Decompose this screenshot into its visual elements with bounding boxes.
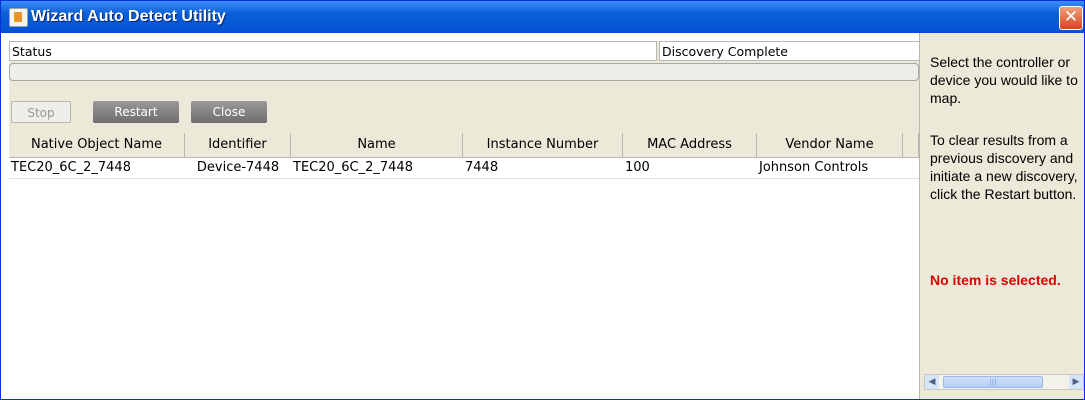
status-value: Discovery Complete [659,41,925,61]
cell-vendor-name: Johnson Controls [759,160,869,175]
instructions-select: Select the controller or device you woul… [930,54,1078,106]
table-row[interactable]: TEC20_6C_2_7448 Device-7448 TEC20_6C_2_7… [9,158,919,179]
cell-mac-address: 100 [625,160,650,175]
column-header-mac-address[interactable]: MAC Address [623,133,757,157]
content-area: Status Discovery Complete Stop Restart C… [1,33,1084,399]
selection-status: No item is selected. [930,272,1061,288]
side-panel-scrollbar[interactable]: ◀ ||| ▶ [924,374,1084,390]
results-table: Native Object Name Identifier Name Insta… [9,133,919,399]
app-icon [9,8,28,27]
column-header-identifier[interactable]: Identifier [185,133,291,157]
stop-button[interactable]: Stop [11,101,71,123]
instructions-restart: To clear results from a previous discove… [930,132,1078,202]
main-panel: Status Discovery Complete Stop Restart C… [9,41,925,399]
table-header: Native Object Name Identifier Name Insta… [9,133,919,158]
restart-button[interactable]: Restart [93,101,179,123]
window-title: Wizard Auto Detect Utility [31,8,226,25]
close-button[interactable]: Close [191,101,267,123]
column-header-spacer [903,133,919,157]
progress-bar [9,63,919,81]
scroll-right-icon[interactable]: ▶ [1069,375,1083,389]
column-header-native-object-name[interactable]: Native Object Name [9,133,185,157]
column-header-name[interactable]: Name [291,133,463,157]
cell-identifier: Device-7448 [196,160,280,175]
cell-name: TEC20_6C_2_7448 [293,160,413,175]
title-bar[interactable]: Wizard Auto Detect Utility ✕ [1,1,1084,33]
status-label: Status [9,41,657,61]
close-icon[interactable]: ✕ [1059,6,1083,30]
side-panel: Select the controller or device you woul… [919,33,1084,399]
cell-native-object-name: TEC20_6C_2_7448 [11,160,131,175]
scroll-left-icon[interactable]: ◀ [925,375,939,389]
column-header-vendor-name[interactable]: Vendor Name [757,133,903,157]
cell-instance-number: 7448 [465,160,499,175]
scrollbar-thumb[interactable]: ||| [943,376,1043,388]
wizard-window: Wizard Auto Detect Utility ✕ Status Disc… [0,0,1085,400]
column-header-instance-number[interactable]: Instance Number [463,133,623,157]
